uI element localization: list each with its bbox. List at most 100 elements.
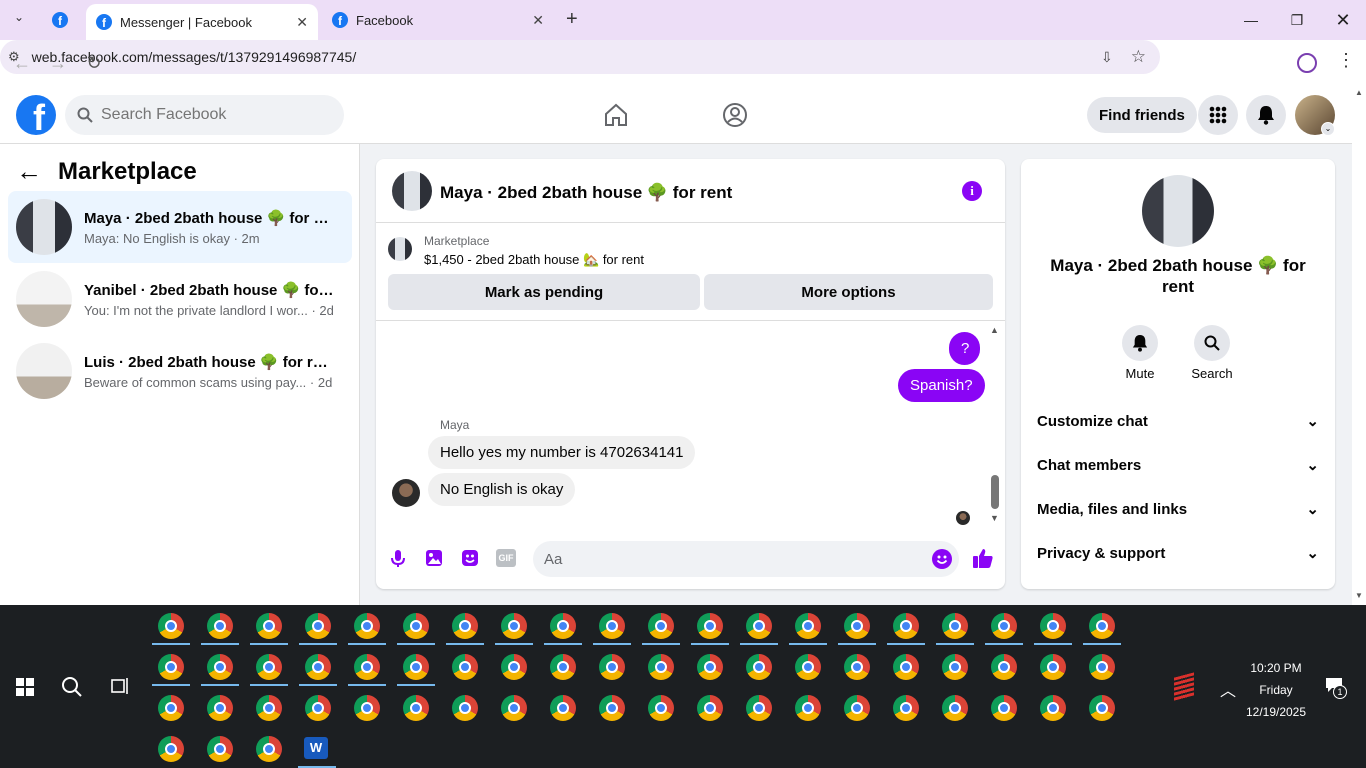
chrome-icon[interactable] <box>354 654 380 680</box>
chrome-icon[interactable] <box>991 695 1017 721</box>
close-window-icon[interactable]: ✕ <box>1320 0 1366 40</box>
facebook-logo-icon[interactable]: f <box>16 95 56 135</box>
pinned-facebook-icon[interactable]: f <box>52 12 68 28</box>
chat-title[interactable]: Maya · 2bed 2bath house 🌳 for rent <box>440 183 732 203</box>
chrome-icon[interactable] <box>403 654 429 680</box>
chrome-icon[interactable] <box>501 654 527 680</box>
microphone-icon[interactable] <box>388 548 408 573</box>
search-in-chat-icon[interactable] <box>1194 325 1230 361</box>
chrome-icon[interactable] <box>942 613 968 639</box>
chrome-icon[interactable] <box>746 654 772 680</box>
chevron-down-icon[interactable]: ⌄ <box>1321 122 1335 136</box>
restore-icon[interactable]: ❐ <box>1274 0 1320 40</box>
chrome-icon[interactable] <box>795 613 821 639</box>
media-files-links-section[interactable]: Media, files and links ⌄ <box>1037 487 1319 531</box>
info-icon[interactable]: i <box>962 181 982 201</box>
chrome-icon[interactable] <box>648 695 674 721</box>
chrome-icon[interactable] <box>256 654 282 680</box>
chrome-icon[interactable] <box>452 695 478 721</box>
chrome-icon[interactable] <box>158 654 184 680</box>
message-incoming[interactable]: No English is okay <box>428 473 576 506</box>
tray-chevron-up-icon[interactable]: ︿ <box>1220 677 1236 701</box>
chrome-icon[interactable] <box>746 695 772 721</box>
chrome-icon[interactable] <box>1089 613 1115 639</box>
close-tab-icon[interactable]: ✕ <box>296 14 308 31</box>
chrome-icon[interactable] <box>1040 654 1066 680</box>
tab-search-icon[interactable]: ⌄ <box>8 10 30 30</box>
groups-icon[interactable] <box>722 102 748 133</box>
bookmark-star-icon[interactable]: ☆ <box>1131 47 1146 67</box>
chrome-icon[interactable] <box>991 654 1017 680</box>
forward-icon[interactable]: → <box>43 48 73 78</box>
chrome-icon[interactable] <box>305 613 331 639</box>
scroll-down-icon[interactable]: ▼ <box>1355 591 1363 600</box>
privacy-support-section[interactable]: Privacy & support ⌄ <box>1037 531 1319 575</box>
address-bar[interactable]: ⚙ web.facebook.com/messages/t/1379291496… <box>0 40 1160 74</box>
conversation-item-maya[interactable]: Maya · 2bed 2bath house 🌳 for re... Maya… <box>8 191 352 263</box>
chrome-icon[interactable] <box>207 654 233 680</box>
reload-icon[interactable]: ↻ <box>79 48 109 78</box>
taskbar-search-icon[interactable] <box>61 676 83 703</box>
customize-chat-section[interactable]: Customize chat ⌄ <box>1037 399 1319 443</box>
chrome-icon[interactable] <box>452 613 478 639</box>
scroll-up-icon[interactable]: ▲ <box>990 325 999 335</box>
chrome-icon[interactable] <box>1089 695 1115 721</box>
page-scrollbar[interactable]: ▲ ▼ <box>1352 86 1366 605</box>
search-input[interactable] <box>101 106 321 124</box>
facebook-search[interactable] <box>65 95 344 135</box>
chrome-icon[interactable] <box>893 613 919 639</box>
chrome-icon[interactable] <box>501 695 527 721</box>
chrome-icon[interactable] <box>697 695 723 721</box>
tab-messenger[interactable]: f Messenger | Facebook ✕ <box>86 4 318 40</box>
chrome-icon[interactable] <box>158 736 184 762</box>
message-input[interactable]: Aa <box>533 541 959 577</box>
chrome-icon[interactable] <box>844 695 870 721</box>
mark-as-pending-button[interactable]: Mark as pending <box>388 274 700 310</box>
sticker-icon[interactable] <box>460 548 480 573</box>
conversation-item-yanibel[interactable]: Yanibel · 2bed 2bath house 🌳 for ... You… <box>8 263 352 335</box>
chrome-icon[interactable] <box>746 613 772 639</box>
chrome-icon[interactable] <box>795 654 821 680</box>
chat-avatar[interactable] <box>392 171 432 211</box>
chrome-icon[interactable] <box>1089 654 1115 680</box>
profile-icon[interactable] <box>1297 53 1317 73</box>
scrollbar-thumb[interactable] <box>991 475 999 509</box>
task-view-icon[interactable] <box>110 677 130 700</box>
conversation-item-luis[interactable]: Luis · 2bed 2bath house 🌳 for rent Bewar… <box>8 335 352 407</box>
word-icon[interactable]: W <box>304 737 328 759</box>
photo-icon[interactable] <box>424 548 444 573</box>
gif-icon[interactable]: GIF <box>496 549 516 567</box>
chrome-icon[interactable] <box>256 613 282 639</box>
chrome-icon[interactable] <box>942 654 968 680</box>
menu-grid-icon[interactable] <box>1198 95 1238 135</box>
chat-members-section[interactable]: Chat members ⌄ <box>1037 443 1319 487</box>
windows-start-icon[interactable] <box>16 678 34 701</box>
install-app-icon[interactable]: ⇩ <box>1101 49 1113 66</box>
listing-text[interactable]: $1,450 - 2bed 2bath house 🏡 for rent <box>424 252 644 268</box>
chrome-icon[interactable] <box>844 613 870 639</box>
chrome-icon[interactable] <box>207 695 233 721</box>
tab-facebook[interactable]: f Facebook ✕ <box>322 4 554 36</box>
chrome-icon[interactable] <box>354 695 380 721</box>
back-icon[interactable]: ← <box>7 48 37 78</box>
chrome-icon[interactable] <box>697 613 723 639</box>
chrome-icon[interactable] <box>501 613 527 639</box>
chrome-icon[interactable] <box>207 613 233 639</box>
mute-bell-icon[interactable] <box>1122 325 1158 361</box>
scroll-up-icon[interactable]: ▲ <box>1355 88 1363 97</box>
chrome-icon[interactable] <box>795 695 821 721</box>
back-arrow-icon[interactable]: ← <box>16 156 42 187</box>
chrome-icon[interactable] <box>256 695 282 721</box>
chrome-icon[interactable] <box>256 736 282 762</box>
chrome-icon[interactable] <box>1040 695 1066 721</box>
chrome-icon[interactable] <box>305 695 331 721</box>
chrome-icon[interactable] <box>991 613 1017 639</box>
chrome-icon[interactable] <box>893 695 919 721</box>
chrome-icon[interactable] <box>648 654 674 680</box>
chrome-icon[interactable] <box>599 613 625 639</box>
chrome-icon[interactable] <box>158 695 184 721</box>
find-friends-button[interactable]: Find friends <box>1087 97 1197 133</box>
chrome-icon[interactable] <box>158 613 184 639</box>
minimize-icon[interactable]: — <box>1228 0 1274 40</box>
chrome-icon[interactable] <box>550 654 576 680</box>
